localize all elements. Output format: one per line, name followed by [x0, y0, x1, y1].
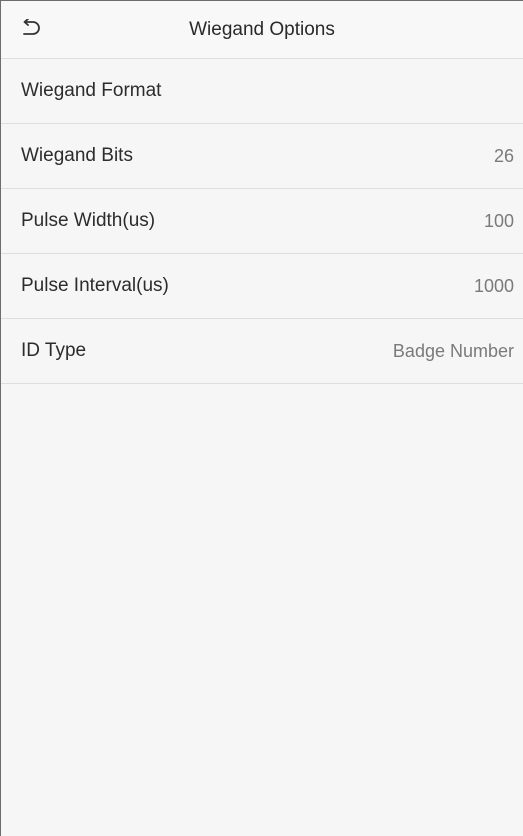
option-value: Badge Number [392, 340, 514, 361]
option-label: ID Type [21, 340, 87, 361]
wiegand-options-screen: Wiegand Options Wiegand Format Wiegand B… [0, 0, 523, 836]
option-value: 1000 [473, 275, 514, 296]
page-title: Wiegand Options [189, 19, 335, 40]
option-value: 26 [493, 145, 514, 166]
option-row-id-type[interactable]: ID Type Badge Number [1, 319, 523, 384]
option-label: Pulse Width(us) [21, 210, 156, 231]
option-row-pulse-interval[interactable]: Pulse Interval(us) 1000 [1, 254, 523, 319]
option-row-pulse-width[interactable]: Pulse Width(us) 100 [1, 189, 523, 254]
title-bar: Wiegand Options [1, 1, 523, 59]
option-label: Pulse Interval(us) [21, 275, 169, 296]
option-row-wiegand-bits[interactable]: Wiegand Bits 26 [1, 124, 523, 189]
option-row-wiegand-format[interactable]: Wiegand Format [1, 59, 523, 124]
option-label: Wiegand Bits [21, 145, 133, 166]
option-label: Wiegand Format [21, 80, 162, 101]
option-value: 100 [483, 210, 514, 231]
options-list: Wiegand Format Wiegand Bits 26 Pulse Wid… [1, 59, 523, 384]
